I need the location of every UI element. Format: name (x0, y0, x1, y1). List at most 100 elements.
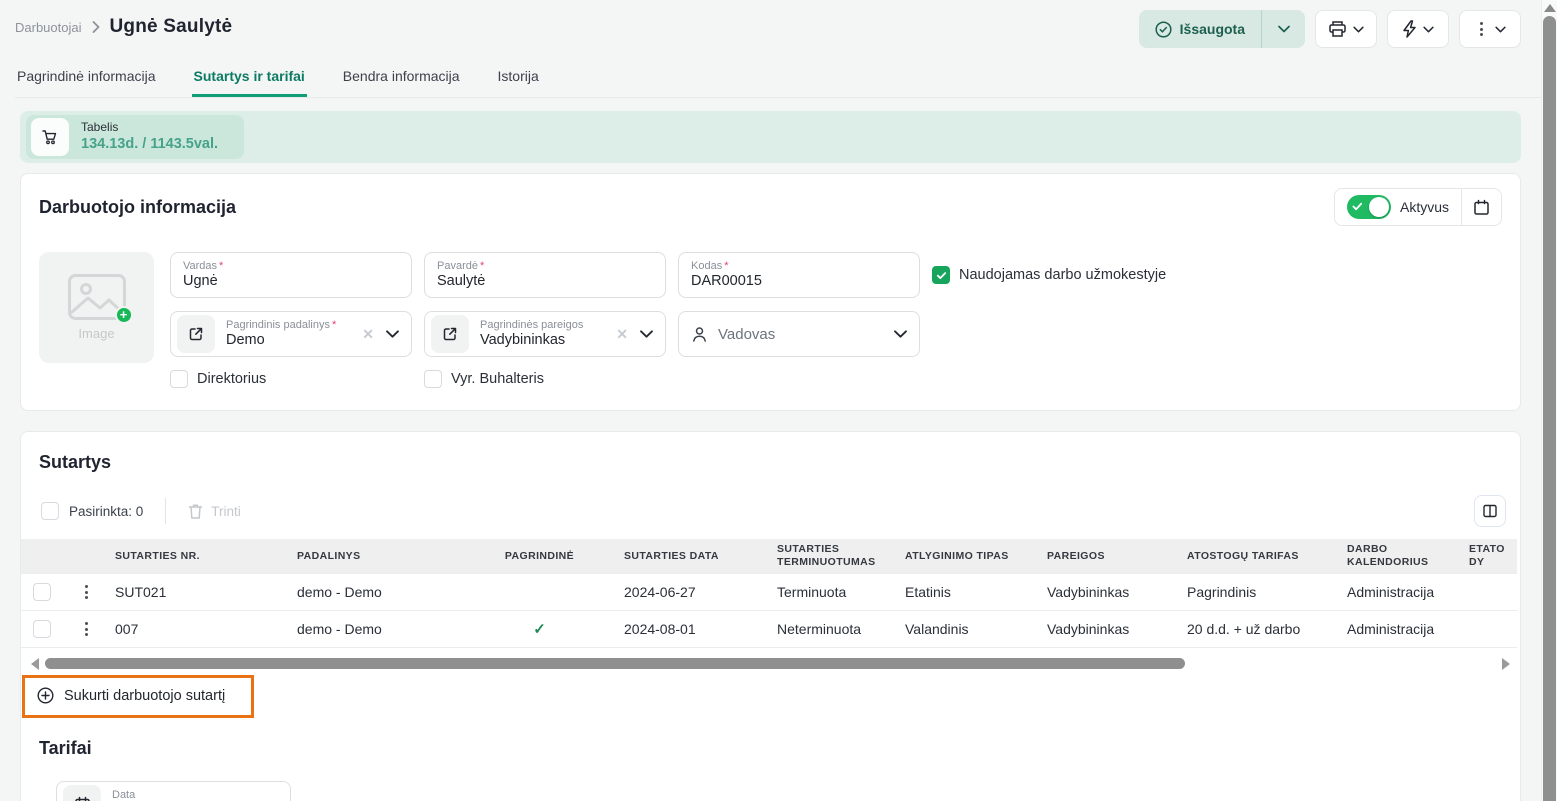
select-all-control[interactable]: Pasirinkta: 0 (41, 502, 143, 520)
create-contract-button[interactable]: Sukurti darbuotojo sutartį (37, 687, 225, 704)
header-actions: Išsaugota (1139, 10, 1521, 48)
active-status-box: Aktyvus (1334, 188, 1502, 226)
cell-padalinys: demo - Demo (281, 611, 471, 648)
tab-istorija[interactable]: Istorija (496, 62, 541, 97)
col-padalinys[interactable]: PADALINYS (281, 539, 471, 574)
kebab-icon (1475, 22, 1489, 36)
pavarde-field[interactable]: Pavardė* Saulytė (424, 252, 666, 298)
row-checkbox[interactable] (33, 583, 51, 601)
vadovas-select[interactable]: Vadovas (678, 311, 920, 357)
padalinys-label: Pagrindinis padalinys (226, 319, 330, 331)
col-terminuotumas[interactable]: SUTARTIES TERMINUOTUMAS (761, 539, 889, 574)
scroll-left-arrow[interactable] (31, 658, 39, 670)
column-settings-button[interactable] (1474, 495, 1506, 527)
external-link-icon[interactable] (177, 315, 215, 353)
chevron-down-icon[interactable] (640, 330, 653, 338)
tariff-date-field[interactable]: Data 2025-11-26 (56, 781, 291, 801)
cell-sutarties-nr: SUT021 (99, 574, 281, 611)
checkbox-unchecked-icon[interactable] (424, 370, 442, 388)
table-row[interactable]: SUT021 demo - Demo 2024-06-27 Terminuota… (21, 574, 1517, 611)
plus-circle-icon (37, 687, 54, 704)
person-icon (691, 326, 708, 343)
clear-icon[interactable]: ✕ (616, 326, 628, 343)
table-row[interactable]: 007 demo - Demo ✓ 2024-08-01 Neterminuot… (21, 611, 1517, 648)
active-toggle[interactable]: Aktyvus (1335, 189, 1461, 225)
direktorius-checkbox[interactable]: Direktorius (170, 370, 412, 388)
toolbar-divider (165, 498, 166, 524)
tabelis-banner: Tabelis 134.13d. / 1143.5val. (20, 111, 1521, 163)
pareigos-value: Vadybininkas (480, 332, 583, 349)
checkbox-checked-icon[interactable] (932, 266, 950, 284)
chevron-down-icon (1495, 26, 1506, 33)
tabelis-value: 134.13d. / 1143.5val. (81, 135, 218, 153)
calendar-icon[interactable] (63, 785, 101, 801)
employee-info-card: Darbuotojo informacija Aktyvus (20, 173, 1521, 411)
vardas-field[interactable]: Vardas* Ugnė (170, 252, 412, 298)
checkbox-unchecked-icon[interactable] (170, 370, 188, 388)
chevron-down-icon[interactable] (386, 330, 399, 338)
tabelis-tile[interactable]: Tabelis 134.13d. / 1143.5val. (26, 115, 244, 159)
chevron-down-icon (1423, 26, 1434, 33)
checkbox-unchecked-icon[interactable] (41, 502, 59, 520)
table-header-row: SUTARTIES NR. PADALINYS PAGRINDINĖ SUTAR… (21, 539, 1517, 574)
row-checkbox[interactable] (33, 620, 51, 638)
required-mark: * (480, 260, 484, 272)
col-sutarties-nr[interactable]: SUTARTIES NR. (99, 539, 281, 574)
breadcrumb-parent[interactable]: Darbuotojai (15, 20, 82, 35)
buhalteris-checkbox-label: Vyr. Buhalteris (451, 371, 544, 387)
scroll-right-arrow[interactable] (1502, 658, 1510, 670)
employee-photo-upload[interactable]: + Image (39, 252, 154, 363)
status-calendar-button[interactable] (1461, 189, 1501, 225)
employee-detail-page: Darbuotojai Ugnė Saulytė Išsaugota (0, 0, 1541, 801)
saved-button[interactable]: Išsaugota (1139, 10, 1261, 48)
external-link-icon[interactable] (431, 315, 469, 353)
add-photo-icon[interactable]: + (115, 306, 133, 324)
print-button[interactable] (1315, 10, 1377, 48)
horizontal-scrollbar[interactable] (31, 656, 1510, 671)
cell-pagrindine (471, 574, 608, 611)
saved-button-label: Išsaugota (1180, 21, 1245, 37)
tab-pagrindine-informacija[interactable]: Pagrindinė informacija (15, 62, 158, 97)
horizontal-scroll-track[interactable] (43, 658, 1498, 669)
saved-split-button: Išsaugota (1139, 10, 1305, 48)
delete-button[interactable]: Trinti (188, 503, 241, 520)
tab-bar: Pagrindinė informacija Sutartys ir tarif… (15, 62, 1541, 98)
vertical-scroll-thumb[interactable] (1543, 16, 1556, 801)
col-atlyginimo-tipas[interactable]: ATLYGINIMO TIPAS (889, 539, 1031, 574)
kodas-field[interactable]: Kodas* DAR00015 (678, 252, 920, 298)
buhalteris-checkbox[interactable]: Vyr. Buhalteris (424, 370, 666, 388)
col-atostogu-tarifas[interactable]: ATOSTOGŲ TARIFAS (1171, 539, 1331, 574)
horizontal-scroll-thumb[interactable] (45, 658, 1185, 669)
image-placeholder-label: Image (78, 326, 114, 341)
tariffs-title: Tarifai (21, 718, 1520, 759)
col-sutarties-data[interactable]: SUTARTIES DATA (608, 539, 761, 574)
col-etato-dydis[interactable]: ETATO DY (1453, 539, 1517, 574)
cell-terminuotumas: Terminuota (761, 574, 889, 611)
pareigos-select[interactable]: Pagrindinės pareigos Vadybininkas ✕ (424, 311, 666, 357)
col-darbo-kalendorius[interactable]: DARBO KALENDORIUS (1331, 539, 1453, 574)
cell-padalinys: demo - Demo (281, 574, 471, 611)
row-menu-icon[interactable] (79, 585, 93, 599)
columns-icon (1482, 503, 1498, 519)
vertical-scrollbar[interactable] (1541, 0, 1557, 801)
tab-bendra-informacija[interactable]: Bendra informacija (341, 62, 462, 97)
tab-sutartys-ir-tarifai[interactable]: Sutartys ir tarifai (192, 62, 307, 97)
col-pareigos[interactable]: PAREIGOS (1031, 539, 1171, 574)
chevron-down-icon[interactable] (894, 330, 907, 338)
padalinys-value: Demo (226, 332, 336, 349)
cell-sutarties-data: 2024-06-27 (608, 574, 761, 611)
cell-etato-dydis (1453, 611, 1517, 648)
vardas-value: Ugnė (183, 273, 223, 290)
annotation-highlight-box: Sukurti darbuotojo sutartį (22, 675, 254, 718)
required-mark: * (724, 260, 728, 272)
more-menu-button[interactable] (1459, 10, 1521, 48)
payroll-checkbox[interactable]: Naudojamas darbo užmokestyje (932, 266, 1166, 284)
clear-icon[interactable]: ✕ (362, 326, 374, 343)
col-pagrindine[interactable]: PAGRINDINĖ (471, 539, 608, 574)
padalinys-select[interactable]: Pagrindinis padalinys* Demo ✕ (170, 311, 412, 357)
row-menu-icon[interactable] (79, 622, 93, 636)
toggle-on-icon[interactable] (1347, 195, 1391, 219)
saved-dropdown-button[interactable] (1261, 10, 1305, 48)
quick-actions-button[interactable] (1387, 10, 1449, 48)
scroll-up-arrow[interactable] (1544, 4, 1556, 12)
